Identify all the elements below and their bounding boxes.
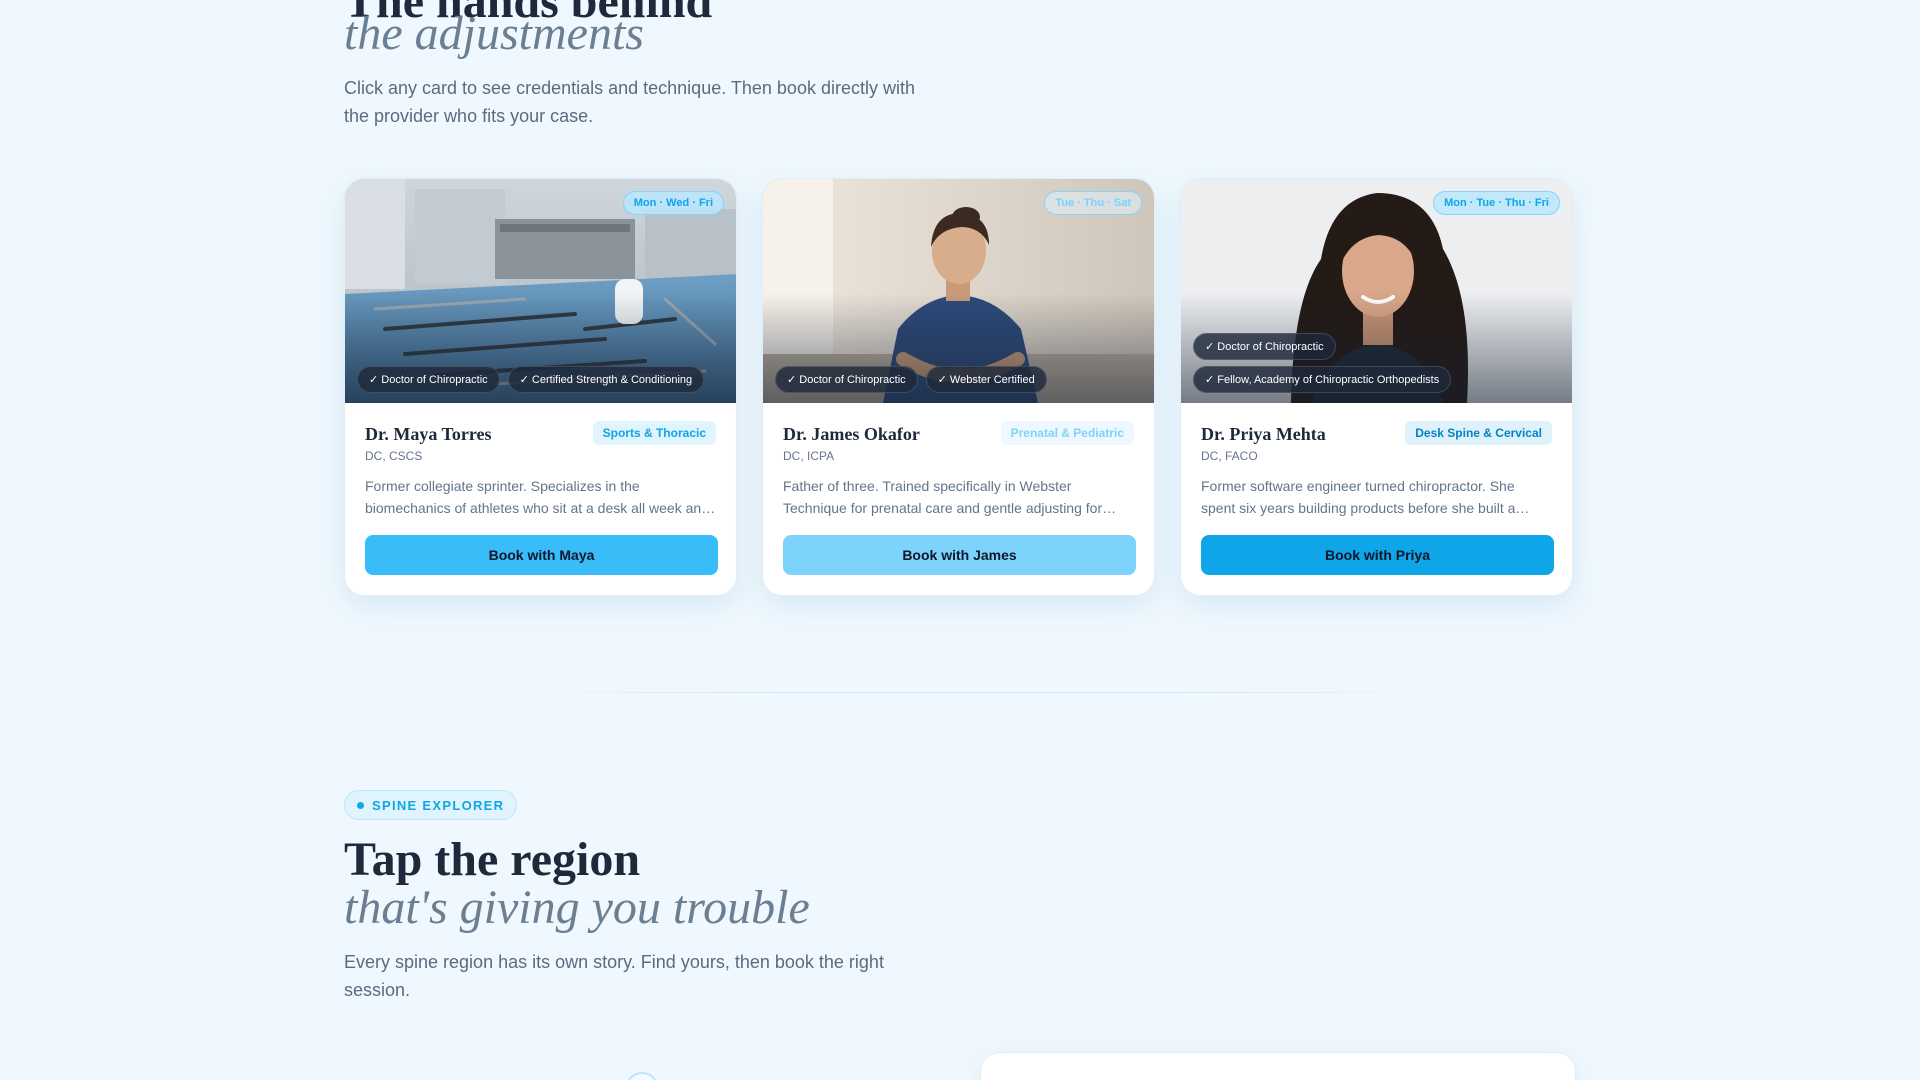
region-detail-panel — [980, 1052, 1576, 1080]
provider-photo: Mon · Tue · Thu · Fri ✓ Doctor of Chirop… — [1181, 179, 1572, 403]
provider-cards: Mon · Wed · Fri ✓ Doctor of Chiropractic… — [344, 178, 1573, 596]
credential-badge: ✓ Certified Strength & Conditioning — [507, 366, 705, 393]
book-priya-button[interactable]: Book with Priya — [1201, 535, 1554, 575]
book-james-button[interactable]: Book with James — [783, 535, 1136, 575]
provider-photo: Tue · Thu · Sat ✓ Doctor of Chiropractic… — [763, 179, 1154, 403]
credential-badge: ✓ Webster Certified — [925, 366, 1047, 393]
availability-badge: Mon · Tue · Thu · Fri — [1433, 191, 1560, 215]
provider-bio: Former collegiate sprinter. Specializes … — [365, 478, 709, 516]
provider-card[interactable]: Mon · Wed · Fri ✓ Doctor of Chiropractic… — [344, 178, 737, 596]
availability-badge: Mon · Wed · Fri — [622, 191, 724, 215]
dot-icon — [357, 801, 364, 809]
credential-badge: ✓ Doctor of Chiropractic — [775, 366, 918, 393]
section-subtitle: Click any card to see credentials and te… — [344, 78, 915, 126]
card-body: Dr. Maya Torres Sports & Thoracic DC, CS… — [345, 403, 736, 575]
specialty-badge: Desk Spine & Cervical — [1405, 421, 1552, 445]
book-maya-button[interactable]: Book with Maya — [365, 535, 718, 575]
provider-bio: Former software engineer turned chiropra… — [1201, 478, 1516, 516]
provider-credentials: DC, CSCS — [365, 449, 423, 463]
provider-credentials: DC, FACO — [1201, 449, 1258, 463]
section-pill-label: SPINE EXPLORER — [372, 797, 505, 813]
provider-card[interactable]: Mon · Tue · Thu · Fri ✓ Doctor of Chirop… — [1180, 178, 1573, 596]
availability-badge: Tue · Thu · Sat — [1044, 191, 1142, 215]
spine-section-title-italic: that's giving you trouble — [344, 881, 810, 934]
specialty-badge: Sports & Thoracic — [592, 421, 716, 445]
credential-badges: ✓ Doctor of Chiropractic ✓ Fellow, Acade… — [1193, 333, 1452, 393]
section-divider — [520, 692, 1440, 693]
provider-photo: Mon · Wed · Fri ✓ Doctor of Chiropractic… — [345, 179, 736, 403]
credential-badge: ✓ Doctor of Chiropractic — [1193, 333, 1336, 360]
spine-region-node[interactable] — [625, 1072, 659, 1080]
credential-badge: ✓ Fellow, Academy of Chiropractic Orthop… — [1193, 366, 1452, 393]
section-title-italic: the adjustments — [344, 7, 644, 60]
credential-badges: ✓ Doctor of Chiropractic ✓ Certified Str… — [357, 366, 705, 393]
specialty-badge: Prenatal & Pediatric — [1000, 421, 1134, 445]
provider-credentials: DC, ICPA — [783, 449, 835, 463]
card-body: Dr. James Okafor Prenatal & Pediatric DC… — [763, 403, 1154, 575]
credential-badge: ✓ Doctor of Chiropractic — [357, 366, 500, 393]
spine-section-subtitle: Every spine region has its own story. Fi… — [344, 952, 884, 1000]
spine-section-title: Tap the region — [344, 833, 641, 886]
provider-card[interactable]: Tue · Thu · Sat ✓ Doctor of Chiropractic… — [762, 178, 1155, 596]
provider-bio: Father of three. Trained specifically in… — [783, 478, 1103, 516]
section-pill: SPINE EXPLORER — [344, 790, 518, 820]
credential-badges: ✓ Doctor of Chiropractic ✓ Webster Certi… — [775, 366, 1047, 393]
card-body: Dr. Priya Mehta Desk Spine & Cervical DC… — [1181, 403, 1572, 575]
